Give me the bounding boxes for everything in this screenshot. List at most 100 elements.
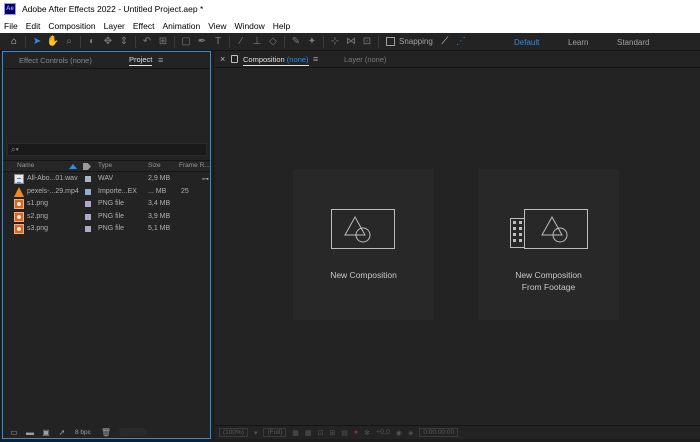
magnification-dropdown[interactable]: (100%) [219, 428, 248, 437]
menu-file[interactable]: File [4, 21, 18, 31]
transparency-grid-icon[interactable]: ▩ [305, 429, 312, 437]
grid-guides-icon[interactable]: ⊞ [329, 429, 335, 437]
workspace-learn[interactable]: Learn [568, 33, 588, 51]
menu-bar: File Edit Composition Layer Effect Anima… [0, 18, 700, 33]
axis-world-icon[interactable]: ⋈ [343, 35, 359, 49]
label-color-swatch[interactable] [85, 176, 91, 182]
current-time-display[interactable]: 0:00:00:00 [419, 428, 459, 437]
viewer-controls-bar: (100%) ▾ (Full) ▦ ▩ ⊡ ⊞ ▤ ● ✻ +0,0 ◉ ◈ 0… [215, 425, 700, 439]
project-item-row[interactable]: s2.png PNG file 3,9 MB [3, 211, 210, 224]
hand-tool-icon[interactable]: ✋ [45, 35, 61, 49]
new-composition-icon[interactable]: ▣ [41, 428, 51, 437]
column-frame-rate[interactable]: Frame R... [179, 162, 210, 169]
item-frame-rate: 25 [181, 187, 189, 195]
menu-composition[interactable]: Composition [48, 21, 95, 31]
exposure-value[interactable]: +0,0 [376, 429, 390, 436]
item-size: 3,9 MB [148, 212, 171, 220]
menu-effect[interactable]: Effect [133, 21, 155, 31]
roto-brush-tool-icon[interactable]: ✎ [288, 35, 304, 49]
menu-window[interactable]: Window [235, 21, 265, 31]
label-color-swatch[interactable] [85, 213, 91, 220]
selection-tool-icon[interactable]: ➤ [29, 35, 45, 49]
snapping-checkbox[interactable] [386, 37, 395, 46]
audio-file-icon [14, 174, 24, 184]
panel-menu-icon[interactable]: ≡ [158, 55, 163, 65]
snapshot-icon[interactable]: ◉ [396, 429, 402, 437]
item-size: 5,1 MB [148, 225, 171, 232]
lock-icon[interactable] [231, 55, 238, 63]
project-item-row[interactable]: s1.png PNG file 3,4 MB [3, 198, 210, 211]
after-effects-logo-icon: Ae [4, 3, 16, 15]
show-snapshot-icon[interactable]: ◈ [408, 429, 413, 437]
label-color-swatch[interactable] [85, 188, 91, 195]
tab-composition[interactable]: Composition (none) [243, 55, 308, 64]
toolbar-divider [80, 35, 81, 48]
column-name[interactable]: Name [17, 162, 34, 169]
channel-icon[interactable]: ▤ [341, 429, 348, 437]
menu-edit[interactable]: Edit [26, 21, 41, 31]
eraser-tool-icon[interactable]: ◇ [265, 35, 281, 49]
snap-options-icon[interactable]: ⟋ [437, 35, 453, 49]
sort-ascending-icon[interactable] [69, 164, 77, 169]
mask-visibility-icon[interactable]: ⊡ [318, 429, 324, 437]
label-tag-icon[interactable] [83, 163, 91, 170]
interpret-footage-icon[interactable]: ▭ [9, 428, 19, 437]
pan-behind-tool-icon[interactable]: ⊞ [155, 35, 171, 49]
tab-project[interactable]: Project [129, 55, 153, 66]
workspace-standard[interactable]: Standard [617, 33, 649, 51]
column-size[interactable]: Size [148, 162, 161, 169]
menu-help[interactable]: Help [273, 21, 290, 31]
composition-panel: × Composition (none) ≡ Layer (none) New … [215, 51, 700, 439]
close-tab-icon[interactable]: × [220, 54, 225, 64]
flowchart-icon[interactable]: ⊶ [202, 175, 209, 183]
new-folder-icon[interactable]: ▬ [25, 428, 35, 437]
window-title: Adobe After Effects 2022 - Untitled Proj… [22, 4, 204, 14]
label-color-swatch[interactable] [85, 201, 91, 207]
pen-tool-icon[interactable]: ✒ [194, 35, 210, 49]
panel-menu-icon[interactable]: ≡ [313, 54, 318, 64]
region-of-interest-icon[interactable]: ▦ [292, 429, 299, 437]
tab-composition-label: Composition [243, 54, 285, 64]
puppet-pin-tool-icon[interactable]: ✦ [304, 35, 320, 49]
trash-icon[interactable]: 🗑 [101, 428, 111, 437]
dolly-camera-tool-icon[interactable]: ⇕ [116, 35, 132, 49]
tab-layer[interactable]: Layer (none) [344, 55, 387, 64]
home-icon[interactable]: ⌂ [6, 35, 22, 49]
type-tool-icon[interactable]: T [210, 35, 226, 49]
item-type: WAV [98, 175, 114, 182]
axis-local-icon[interactable]: ⊹ [327, 35, 343, 49]
chevron-down-icon[interactable]: ▾ [254, 429, 258, 437]
resolution-dropdown[interactable]: (Full) [263, 428, 287, 437]
column-type[interactable]: Type [98, 162, 112, 169]
bit-depth-button[interactable]: 8 bpc [75, 429, 91, 436]
color-channel-icon[interactable]: ● [354, 429, 358, 436]
menu-animation[interactable]: Animation [162, 21, 200, 31]
toolbar-divider [174, 35, 175, 48]
horizontal-scrollbar[interactable] [119, 428, 148, 436]
project-search-input[interactable]: ⌕▾ [7, 143, 207, 156]
reset-exposure-icon[interactable]: ✻ [364, 429, 370, 437]
title-bar: Ae Adobe After Effects 2022 - Untitled P… [0, 0, 700, 18]
project-item-row[interactable]: pexels-...29.mp4 Importe...EX ... MB 25 [3, 186, 210, 199]
snap-grid-icon[interactable]: ⋰ [453, 35, 469, 49]
workspace-default[interactable]: Default [514, 33, 539, 51]
rotation-tool-icon[interactable]: ↶ [139, 35, 155, 49]
toolbar-divider [378, 35, 379, 48]
project-item-row[interactable]: All-Abo...01.wav WAV 2,9 MB ⊶ [3, 173, 210, 186]
project-panel-footer: ▭ ▬ ▣ ➚ 8 bpc 🗑 [3, 426, 210, 438]
axis-view-icon[interactable]: ⊡ [359, 35, 375, 49]
zoom-tool-icon[interactable]: ⌕ [61, 35, 77, 49]
menu-layer[interactable]: Layer [104, 21, 125, 31]
menu-view[interactable]: View [208, 21, 226, 31]
orbit-camera-tool-icon[interactable]: ◐ [84, 35, 100, 49]
pan-camera-tool-icon[interactable]: ✥ [100, 35, 116, 49]
new-composition-from-footage-button[interactable]: New Composition From Footage [478, 169, 619, 320]
rectangle-tool-icon[interactable]: ▢ [178, 35, 194, 49]
send-to-render-icon[interactable]: ➚ [57, 428, 67, 437]
new-composition-button[interactable]: New Composition [293, 169, 434, 320]
project-item-row[interactable]: s3.png PNG file 5,1 MB [3, 223, 210, 236]
clone-stamp-tool-icon[interactable]: ⊥ [249, 35, 265, 49]
label-color-swatch[interactable] [85, 226, 91, 232]
brush-tool-icon[interactable]: ∕ [233, 35, 249, 49]
tab-effect-controls[interactable]: Effect Controls (none) [19, 56, 92, 65]
